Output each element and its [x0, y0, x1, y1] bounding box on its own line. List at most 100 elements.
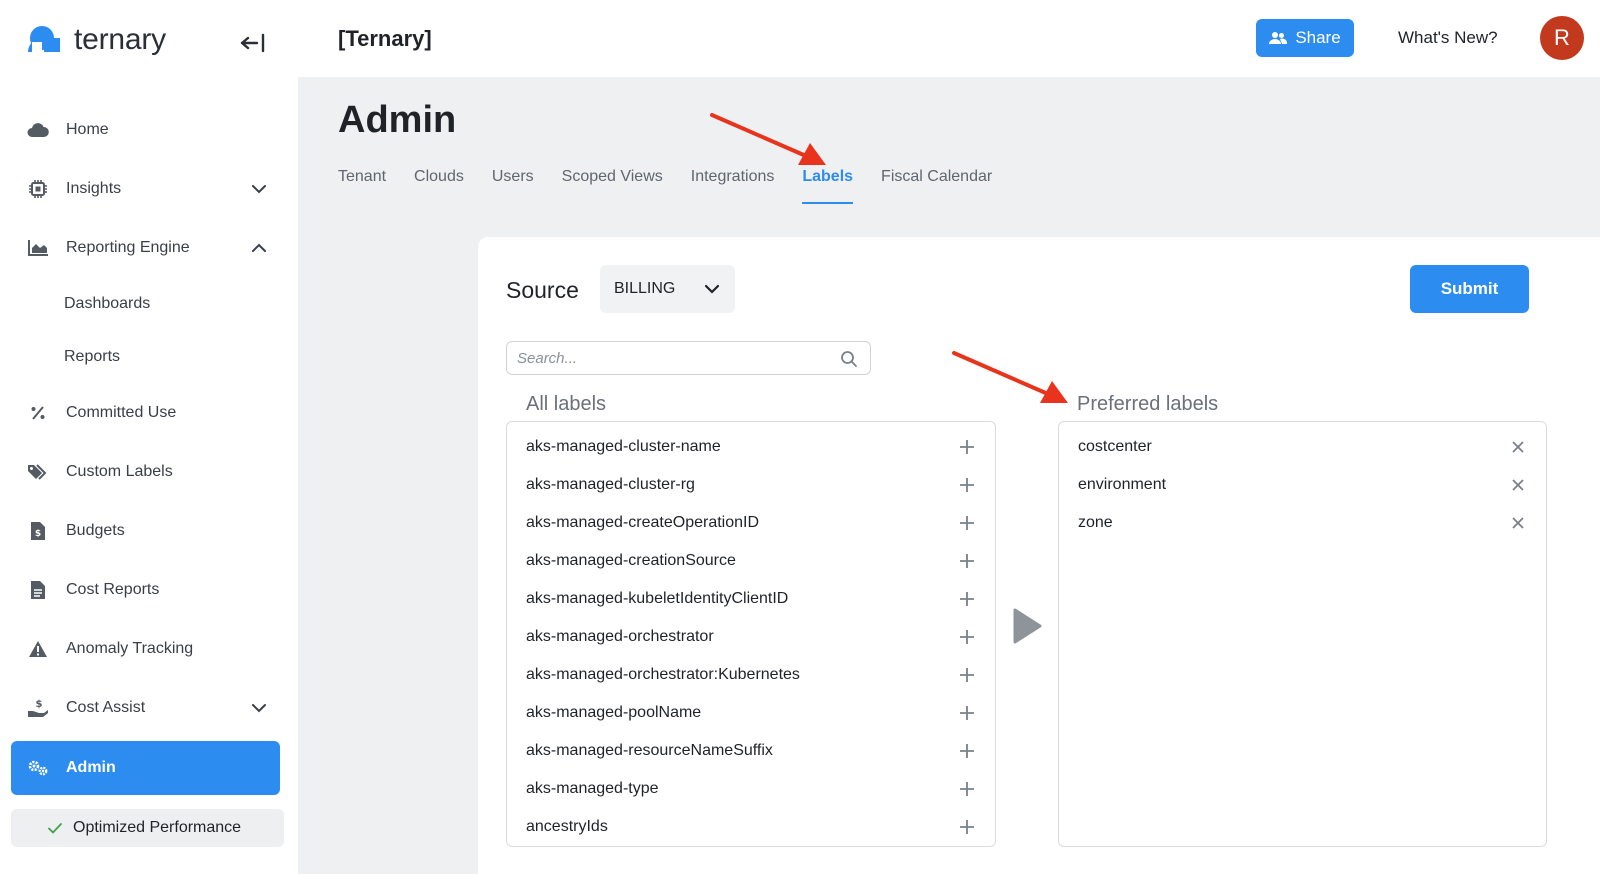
sidebar-item-budgets[interactable]: $ Budgets: [0, 501, 298, 560]
invoice-icon: $: [26, 519, 50, 543]
percent-icon: [26, 401, 50, 425]
plus-icon[interactable]: [959, 591, 975, 607]
brand-logo[interactable]: ternary: [24, 22, 166, 58]
cloud-icon: [26, 118, 50, 142]
tab-integrations[interactable]: Integrations: [691, 168, 775, 204]
sidebar-item-insights[interactable]: Insights: [0, 159, 298, 218]
plus-icon[interactable]: [959, 667, 975, 683]
sidebar-item-home[interactable]: Home: [0, 100, 298, 159]
submit-button[interactable]: Submit: [1410, 265, 1529, 313]
list-item[interactable]: aks-managed-orchestrator: [507, 618, 995, 656]
close-icon[interactable]: [1510, 439, 1526, 455]
plus-icon[interactable]: [959, 743, 975, 759]
list-item[interactable]: aks-managed-resourceNameSuffix: [507, 732, 995, 770]
chevron-down-icon: [252, 703, 266, 712]
label-name: aks-managed-type: [526, 780, 659, 797]
ternary-logo-icon: [28, 26, 60, 52]
sidebar-item-label: Committed Use: [66, 403, 177, 421]
list-item[interactable]: aks-managed-kubeletIdentityClientID: [507, 580, 995, 618]
sidebar-item-admin[interactable]: Admin: [11, 741, 280, 795]
close-icon[interactable]: [1510, 477, 1526, 493]
annotation-arrow-preferred-labels: [952, 351, 1068, 403]
sidebar-item-label: Budgets: [66, 521, 125, 539]
sidebar-item-anomaly-tracking[interactable]: Anomaly Tracking: [0, 619, 298, 678]
tenant-name: [Ternary]: [338, 26, 432, 51]
plus-icon[interactable]: [959, 477, 975, 493]
plus-icon[interactable]: [959, 781, 975, 797]
all-labels-list: aks-managed-cluster-name aks-managed-clu…: [506, 421, 996, 847]
label-name: aks-managed-poolName: [526, 704, 702, 721]
plus-icon[interactable]: [959, 439, 975, 455]
tab-scoped-views[interactable]: Scoped Views: [562, 168, 663, 204]
main-content: Admin Tenant Clouds Users Scoped Views I…: [298, 77, 1600, 874]
plus-icon[interactable]: [959, 515, 975, 531]
share-button[interactable]: Share: [1256, 19, 1354, 57]
list-item[interactable]: aks-managed-cluster-rg: [507, 466, 995, 504]
sidebar-item-label: Cost Reports: [66, 580, 160, 598]
sidebar-item-cost-assist[interactable]: $ Cost Assist: [0, 678, 298, 737]
list-item[interactable]: aks-managed-createOperationID: [507, 504, 995, 542]
list-item[interactable]: aks-managed-poolName: [507, 694, 995, 732]
label-name: aks-managed-creationSource: [526, 552, 736, 569]
sidebar-subitem-dashboards[interactable]: Dashboards: [0, 277, 298, 330]
svg-text:$: $: [36, 699, 43, 710]
gears-icon: [26, 756, 50, 780]
sidebar-item-reporting-engine[interactable]: Reporting Engine: [0, 218, 298, 277]
transfer-right-icon[interactable]: [1011, 607, 1043, 645]
list-item[interactable]: aks-managed-orchestrator:Kubernetes: [507, 656, 995, 694]
tab-tenant[interactable]: Tenant: [338, 168, 386, 204]
plus-icon[interactable]: [959, 629, 975, 645]
preferred-labels-list: costcenter environment zone: [1058, 421, 1547, 847]
search-input[interactable]: [507, 342, 827, 374]
plus-icon[interactable]: [959, 553, 975, 569]
plus-icon[interactable]: [959, 819, 975, 835]
list-item[interactable]: aks-managed-cluster-name: [507, 428, 995, 466]
chevron-down-icon: [704, 284, 720, 294]
list-item[interactable]: costcenter: [1059, 428, 1546, 466]
sidebar-nav: Home Insights Reporting Engine Dashboard…: [0, 100, 298, 795]
annotation-arrow-labels-tab: [710, 113, 826, 165]
sidebar-item-label: Admin: [66, 759, 116, 776]
label-name: ancestryIds: [526, 818, 608, 835]
plus-icon[interactable]: [959, 705, 975, 721]
label-name: zone: [1078, 514, 1113, 531]
sidebar-subitem-reports[interactable]: Reports: [0, 330, 298, 383]
list-item[interactable]: ancestryIds: [507, 808, 995, 846]
document-icon: [26, 578, 50, 602]
list-item[interactable]: zone: [1059, 504, 1546, 542]
sidebar-item-label: Home: [66, 120, 109, 138]
close-icon[interactable]: [1510, 515, 1526, 531]
list-item[interactable]: aks-managed-type: [507, 770, 995, 808]
chevron-up-icon: [252, 243, 266, 252]
source-select[interactable]: BILLING: [600, 265, 735, 313]
warning-icon: [26, 637, 50, 661]
avatar[interactable]: R: [1540, 16, 1584, 60]
tab-users[interactable]: Users: [492, 168, 534, 204]
sidebar-item-cost-reports[interactable]: Cost Reports: [0, 560, 298, 619]
tab-clouds[interactable]: Clouds: [414, 168, 464, 204]
chevron-down-icon: [252, 184, 266, 193]
users-icon: [1269, 32, 1288, 44]
sidebar-item-label: Insights: [66, 179, 122, 197]
tab-fiscal-calendar[interactable]: Fiscal Calendar: [881, 168, 992, 204]
list-item[interactable]: aks-managed-creationSource: [507, 542, 995, 580]
label-name: aks-managed-kubeletIdentityClientID: [526, 590, 789, 607]
page-title: Admin: [338, 99, 457, 141]
brand-name: ternary: [74, 23, 166, 56]
check-icon: [48, 823, 62, 834]
collapse-sidebar-button[interactable]: [238, 30, 268, 56]
source-select-value: BILLING: [614, 280, 676, 297]
search-icon: [841, 351, 857, 367]
admin-tabs: Tenant Clouds Users Scoped Views Integra…: [338, 168, 1020, 204]
sidebar-item-committed-use[interactable]: Committed Use: [0, 383, 298, 442]
whats-new-link[interactable]: What's New?: [1398, 28, 1498, 48]
sidebar-item-label: Custom Labels: [66, 462, 173, 480]
label-name: aks-managed-cluster-name: [526, 438, 721, 455]
sidebar: ternary Home Insights Reporting Engine D…: [0, 0, 298, 874]
sidebar-item-label: Anomaly Tracking: [66, 639, 194, 657]
list-item[interactable]: environment: [1059, 466, 1546, 504]
label-name: costcenter: [1078, 438, 1152, 455]
label-name: aks-managed-createOperationID: [526, 514, 760, 531]
sidebar-item-custom-labels[interactable]: Custom Labels: [0, 442, 298, 501]
tab-labels[interactable]: Labels: [802, 168, 853, 204]
